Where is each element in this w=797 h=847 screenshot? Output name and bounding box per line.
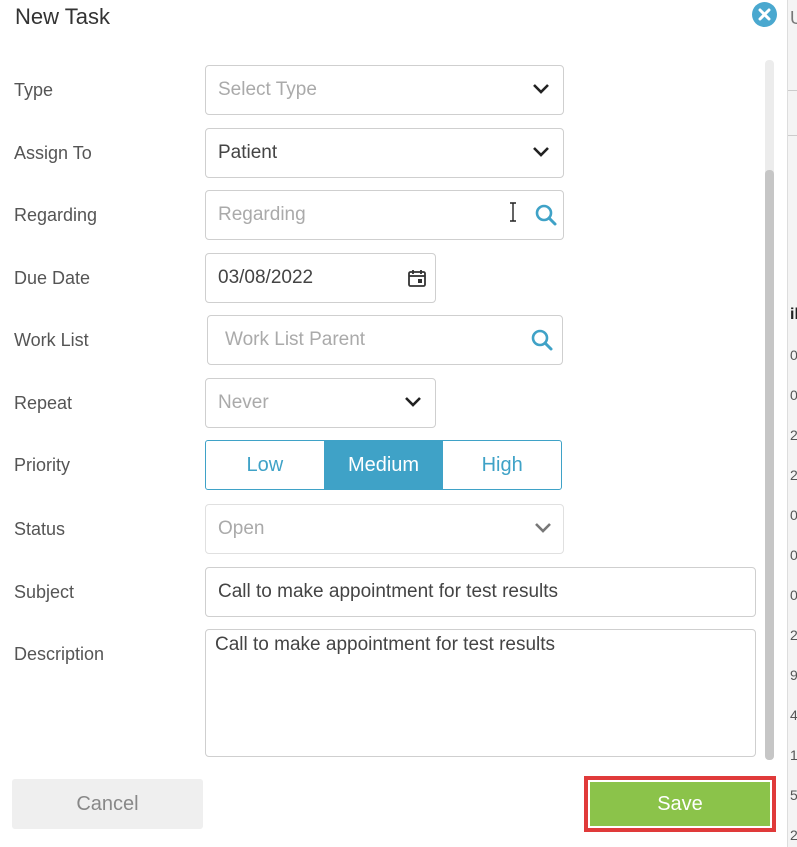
assign-to-select[interactable]: Patient [205, 128, 564, 178]
modal-title: New Task [15, 4, 110, 29]
close-button[interactable] [752, 2, 777, 27]
background-cell: 0 [790, 387, 797, 403]
due-date-input[interactable]: 03/08/2022 [205, 253, 436, 303]
work-list-placeholder: Work List Parent [225, 329, 366, 350]
chevron-down-icon [533, 84, 549, 94]
description-textarea[interactable]: Call to make appointment for test result… [205, 629, 756, 757]
repeat-select[interactable]: Never [205, 378, 436, 428]
priority-medium-button[interactable]: Medium [323, 441, 443, 489]
chevron-down-icon [535, 523, 551, 533]
background-row-divider [788, 135, 797, 136]
regarding-label: Regarding [14, 205, 98, 225]
work-list-input[interactable]: Work List Parent [207, 315, 563, 365]
background-header-text: U [790, 8, 797, 29]
background-cell: 0 [790, 547, 797, 563]
regarding-placeholder: Regarding [218, 204, 306, 225]
subject-value: Call to make appointment for test result… [218, 581, 559, 602]
save-button[interactable]: Save [590, 782, 770, 826]
type-select[interactable]: Select Type [205, 65, 564, 115]
background-cell: 2 [790, 627, 797, 643]
subject-label: Subject [14, 582, 75, 602]
status-select[interactable]: Open [205, 504, 564, 554]
scrollbar-thumb[interactable] [765, 170, 774, 760]
type-select-placeholder: Select Type [218, 79, 317, 100]
background-cell: 0 [790, 507, 797, 523]
background-column-header: il [790, 306, 797, 323]
search-icon[interactable] [530, 328, 554, 352]
background-cell: 2 [790, 467, 797, 483]
background-cell: 2 [790, 827, 797, 843]
text-cursor-icon [510, 202, 516, 222]
background-cell: 5 [790, 787, 797, 803]
type-label: Type [14, 80, 54, 100]
background-cell: 1 [790, 747, 797, 763]
search-icon[interactable] [534, 203, 558, 227]
repeat-label: Repeat [14, 393, 73, 413]
status-label: Status [14, 519, 66, 539]
background-row-divider [788, 90, 797, 91]
background-app-strip: U il 0 0 2 2 0 0 0 2 9 4 1 5 2 [787, 0, 797, 847]
assign-to-label: Assign To [14, 143, 92, 163]
priority-toggle-group: Low Medium High [205, 440, 562, 490]
due-date-value: 03/08/2022 [218, 267, 314, 288]
calendar-icon[interactable] [407, 268, 427, 288]
priority-label: Priority [14, 455, 71, 475]
subject-input[interactable]: Call to make appointment for test result… [205, 567, 756, 617]
background-cell: 4 [790, 707, 797, 723]
cancel-button[interactable]: Cancel [12, 779, 203, 829]
due-date-label: Due Date [14, 268, 91, 288]
chevron-down-icon [533, 147, 549, 157]
status-value: Open [218, 518, 265, 539]
close-icon [758, 8, 771, 21]
priority-high-button[interactable]: High [442, 441, 561, 489]
background-cell: 9 [790, 667, 797, 683]
description-label: Description [14, 644, 105, 664]
work-list-label: Work List [14, 330, 89, 350]
assign-to-value: Patient [218, 142, 278, 163]
background-cell: 2 [790, 427, 797, 443]
background-cell: 0 [790, 587, 797, 603]
background-cell: 0 [790, 347, 797, 363]
chevron-down-icon [405, 397, 421, 407]
repeat-value: Never [218, 392, 269, 413]
priority-low-button[interactable]: Low [206, 441, 324, 489]
